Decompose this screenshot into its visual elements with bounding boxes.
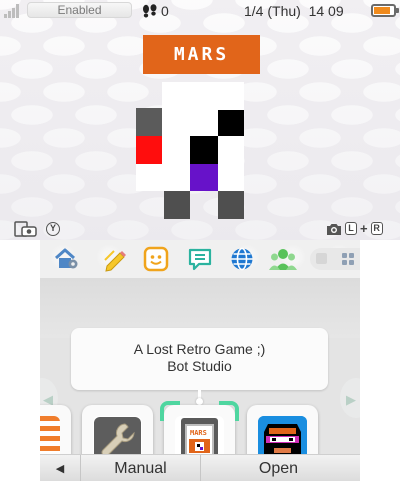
- open-button[interactable]: Open: [200, 455, 356, 481]
- status-bar: Enabled 0 1/4 (Thu) 14 09: [0, 0, 400, 22]
- triangle-left-icon: ◀: [55, 463, 65, 475]
- footprints-icon: [143, 4, 157, 18]
- plus-label: +: [360, 221, 368, 236]
- robot-character-illustration: [136, 82, 244, 219]
- clock: 1/4 (Thu) 14 09: [244, 2, 344, 20]
- time-label: 14 09: [308, 3, 344, 19]
- bottom-action-bar: ◀ Manual Open: [40, 454, 360, 481]
- app-info-bubble: A Lost Retro Game ;) Bot Studio: [71, 328, 328, 390]
- layout-toggle[interactable]: [310, 248, 360, 270]
- settings-house-icon: [55, 248, 78, 269]
- battery-level-fill: [374, 7, 391, 14]
- smiley-face-icon: [143, 246, 169, 272]
- notes-button[interactable]: [100, 244, 130, 274]
- step-count: 0: [161, 3, 169, 19]
- app-publisher: Bot Studio: [167, 358, 232, 374]
- bottom-screen: A Lost Retro Game ;) Bot Studio ◀ ▶ MARS…: [40, 240, 360, 481]
- friends-icon: [269, 249, 297, 270]
- date-label: 1/4 (Thu): [244, 3, 301, 19]
- app-title: A Lost Retro Game ;): [133, 341, 266, 357]
- step-counter: 0: [142, 2, 169, 20]
- home-toolbar: [40, 240, 360, 277]
- y-button-icon: Y: [46, 222, 60, 236]
- chat-bubble-icon: [188, 248, 212, 271]
- friend-list-button[interactable]: [268, 244, 298, 274]
- camera-hint-left: Y: [14, 221, 60, 237]
- signal-strength-icon: [4, 3, 22, 18]
- miiverse-button[interactable]: [141, 244, 171, 274]
- banner-title: MARS: [173, 44, 230, 65]
- large-icons-icon: [316, 253, 327, 264]
- manual-button[interactable]: Manual: [80, 455, 200, 481]
- grid-view-icon: [342, 253, 354, 265]
- settings-house-button[interactable]: [52, 244, 82, 274]
- screen: Enabled 0 1/4 (Thu) 14 09 MARS Y L + R A…: [0, 0, 400, 481]
- internet-browser-button[interactable]: [227, 244, 257, 274]
- scroll-right-button[interactable]: ▶: [340, 378, 360, 418]
- notifications-button[interactable]: [185, 244, 215, 274]
- camera-icon: [327, 223, 341, 235]
- camera-hint-right: L + R: [326, 221, 383, 236]
- wifi-status-badge: Enabled: [27, 2, 132, 18]
- game-banner: MARS: [143, 35, 260, 74]
- globe-icon: [231, 247, 253, 271]
- back-button[interactable]: ◀: [40, 455, 80, 481]
- r-button-icon: R: [370, 222, 383, 235]
- battery-icon: [371, 4, 399, 17]
- l-button-icon: L: [345, 222, 357, 235]
- arrow-right-icon: ▶: [346, 392, 356, 407]
- pencil-notes-icon: [104, 250, 126, 272]
- top-screen: Enabled 0 1/4 (Thu) 14 09 MARS Y L + R: [0, 0, 400, 240]
- home-menu-area: A Lost Retro Game ;) Bot Studio ◀ ▶ MARS: [40, 278, 360, 480]
- camera-icon: [14, 221, 37, 237]
